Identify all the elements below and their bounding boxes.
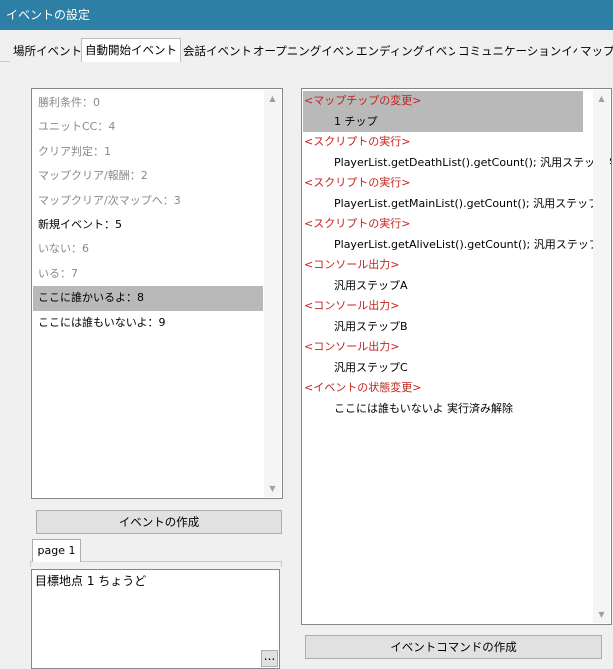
command-detail[interactable]: 汎用ステップB — [303, 317, 583, 338]
list-item[interactable]: ユニットCC：4 — [33, 115, 263, 139]
list-item[interactable]: 勝利条件：0 — [33, 91, 263, 115]
list-item[interactable]: いない：6 — [33, 237, 263, 261]
command-detail[interactable]: PlayerList.getAliveList().getCount(); 汎用… — [303, 235, 607, 256]
create-event-button[interactable]: イベントの作成 — [36, 510, 282, 534]
command-detail[interactable]: 汎用ステップA — [303, 276, 583, 297]
list-item[interactable]: 新規イベント：5 — [33, 213, 263, 237]
command-header[interactable]: <コンソール出力> — [303, 255, 583, 276]
event-command-list-box[interactable]: <マップチップの変更> 1 チップ <スクリプトの実行> PlayerList.… — [301, 88, 612, 625]
condition-text: 目標地点 1 ちょうど — [35, 574, 147, 588]
list-item[interactable]: マップクリア/次マップへ：3 — [33, 189, 263, 213]
chevron-down-icon[interactable]: ▼ — [593, 606, 610, 623]
list-item[interactable]: マップクリア/報酬：2 — [33, 164, 263, 188]
command-header[interactable]: <スクリプトの実行> — [303, 132, 583, 153]
command-detail[interactable]: PlayerList.getDeathList().getCount(); 汎用… — [303, 153, 611, 174]
create-event-command-button[interactable]: イベントコマンドの作成 — [305, 635, 602, 659]
command-header[interactable]: <コンソール出力> — [303, 337, 583, 358]
list-item-selected[interactable]: ここに誰かいるよ：8 — [33, 286, 263, 311]
command-header[interactable]: <スクリプトの実行> — [303, 214, 583, 235]
command-list-scrollbar[interactable]: ▲ ▼ — [593, 90, 610, 623]
command-detail[interactable]: ここには誰もいないよ 実行済み解除 — [303, 399, 583, 420]
tab-location-event[interactable]: 場所イベント — [10, 42, 86, 62]
tab-map-event[interactable]: マップチ — [577, 42, 613, 62]
tab-auto-start-event[interactable]: 自動開始イベント — [81, 38, 181, 62]
event-list: 勝利条件：0 ユニットCC：4 クリア判定：1 マップクリア/報酬：2 マップク… — [33, 91, 263, 335]
event-type-tabs: 場所イベント 自動開始イベント 会話イベント オープニングイベント エンディング… — [0, 38, 613, 62]
ellipsis-button[interactable]: ... — [261, 650, 278, 667]
page-tabs: page 1 — [30, 538, 282, 568]
event-command-list: <マップチップの変更> 1 チップ <スクリプトの実行> PlayerList.… — [303, 91, 611, 420]
chevron-up-icon[interactable]: ▲ — [264, 90, 281, 107]
command-detail[interactable]: PlayerList.getMainList().getCount(); 汎用ス… — [303, 194, 607, 215]
event-list-scrollbar[interactable]: ▲ ▼ — [264, 90, 281, 497]
command-header[interactable]: <マップチップの変更> — [303, 91, 583, 112]
event-list-box[interactable]: 勝利条件：0 ユニットCC：4 クリア判定：1 マップクリア/報酬：2 マップク… — [31, 88, 283, 499]
command-detail[interactable]: 汎用ステップC — [303, 358, 583, 379]
command-header[interactable]: <スクリプトの実行> — [303, 173, 583, 194]
list-item[interactable]: クリア判定：1 — [33, 140, 263, 164]
window-title: イベントの設定 — [0, 0, 613, 30]
command-header[interactable]: <コンソール出力> — [303, 296, 583, 317]
chevron-down-icon[interactable]: ▼ — [264, 480, 281, 497]
command-detail[interactable]: 1 チップ — [303, 111, 583, 132]
condition-textbox[interactable]: 目標地点 1 ちょうど — [31, 569, 280, 669]
list-item[interactable]: ここには誰もいないよ：9 — [33, 311, 263, 335]
chevron-up-icon[interactable]: ▲ — [593, 90, 610, 107]
command-header[interactable]: <イベントの状態変更> — [303, 378, 583, 399]
tab-talk-event[interactable]: 会話イベント — [180, 42, 256, 62]
list-item[interactable]: いる：7 — [33, 262, 263, 286]
tab-page-1[interactable]: page 1 — [32, 539, 81, 562]
